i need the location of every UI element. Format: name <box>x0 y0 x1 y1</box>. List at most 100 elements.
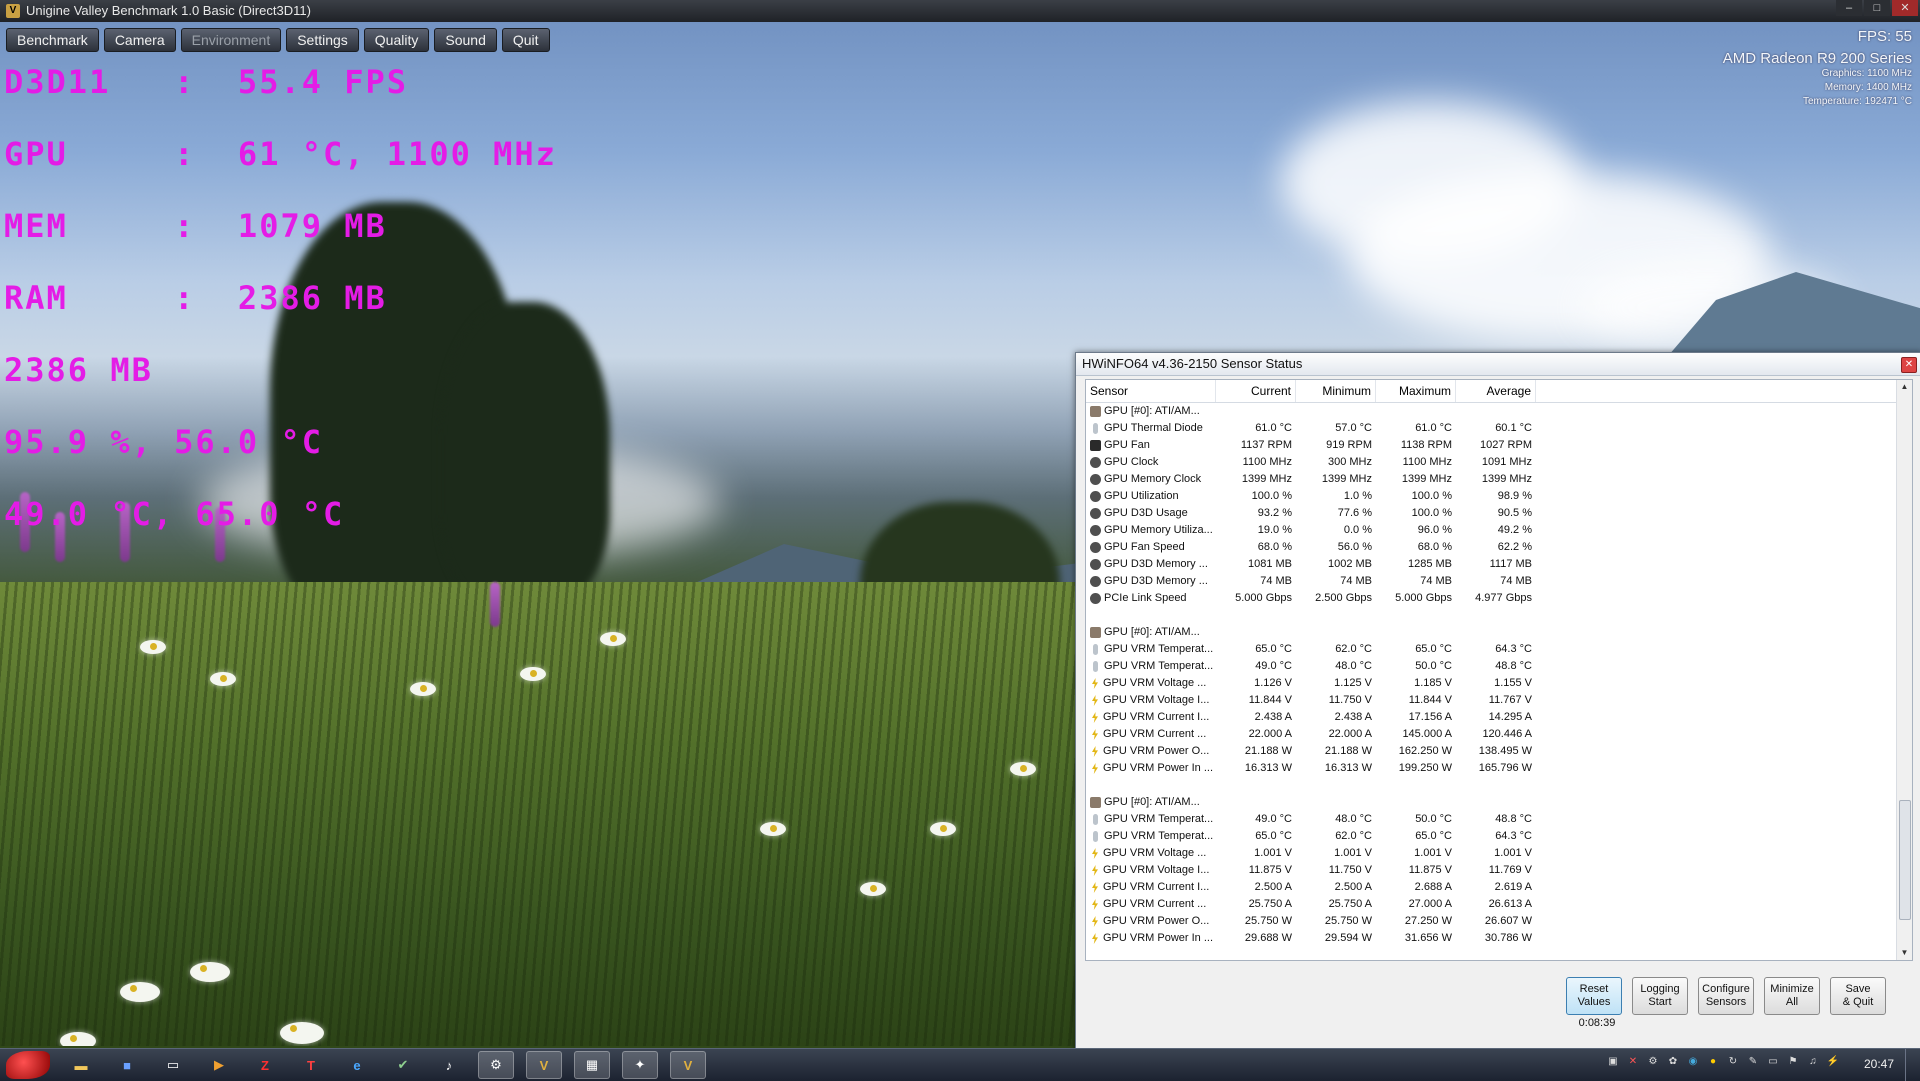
sensor-row[interactable]: GPU Fan 1137 RPM 919 RPM 1138 RPM 1027 RPM <box>1086 437 1912 454</box>
tray-power-icon[interactable]: ⚡ <box>1826 1055 1840 1069</box>
sensor-row[interactable]: GPU VRM Current I... 2.438 A 2.438 A 17.156… <box>1086 709 1912 726</box>
sensor-row[interactable]: GPU VRM Current ... 25.750 A 25.750 A 27.00… <box>1086 896 1912 913</box>
show-desktop-button[interactable] <box>1905 1049 1920 1081</box>
sensor-row[interactable]: GPU VRM Power In ... 16.313 W 16.313 W 199.… <box>1086 760 1912 777</box>
sensor-row[interactable]: GPU VRM Voltage ... 1.001 V 1.001 V 1.001 V… <box>1086 845 1912 862</box>
sensor-row[interactable]: GPU VRM Temperat... 49.0 °C 48.0 °C 50.0 °C… <box>1086 811 1912 828</box>
clock[interactable]: 20:47 <box>1864 1057 1894 1071</box>
sensor-name: PCIe Link Speed <box>1104 592 1187 604</box>
current-value: 11.875 V <box>1248 864 1292 876</box>
media-icon[interactable]: ▶ <box>202 1052 236 1078</box>
tray-sync-icon[interactable]: ↻ <box>1726 1055 1740 1069</box>
average-value: 48.8 °C <box>1495 813 1532 825</box>
window-title-bar[interactable]: V Unigine Valley Benchmark 1.0 Basic (Di… <box>0 0 1920 22</box>
sensor-row[interactable]: GPU Fan Speed 68.0 % 56.0 % 68.0 % 62.2 % <box>1086 539 1912 556</box>
gauge-icon <box>1090 525 1101 536</box>
tray-tool-icon[interactable]: ✎ <box>1746 1055 1760 1069</box>
tray-network-icon[interactable]: ▣ <box>1606 1055 1620 1069</box>
tray-error-icon[interactable]: ✕ <box>1626 1055 1640 1069</box>
thermometer-icon <box>1093 423 1098 434</box>
steam-icon[interactable]: ⚙ <box>478 1051 514 1079</box>
minimum-value: 74 MB <box>1340 575 1372 587</box>
close-icon[interactable]: ✕ <box>1892 0 1918 16</box>
scroll-up-icon[interactable]: ▲ <box>1897 380 1912 394</box>
configure-sensors-button[interactable]: Configure Sensors <box>1698 977 1754 1015</box>
sensor-row[interactable] <box>1086 777 1912 794</box>
sensor-name-cell: GPU Fan Speed <box>1086 539 1216 556</box>
start-button[interactable] <box>6 1051 50 1079</box>
minimum-value: 56.0 % <box>1337 541 1372 553</box>
maximum-value: 145.000 A <box>1402 728 1452 740</box>
tray-coin-icon[interactable]: ● <box>1706 1055 1720 1069</box>
sensor-row[interactable]: GPU VRM Power O... 21.188 W 21.188 W 162.25… <box>1086 743 1912 760</box>
minimize-icon[interactable]: – <box>1836 0 1862 16</box>
sensor-name: GPU VRM Power O... <box>1103 915 1210 927</box>
purple-flower <box>490 582 500 627</box>
osd-line-gpu: GPU : 61 °C, 1100 MHz <box>4 135 557 173</box>
sensor-row[interactable]: GPU VRM Current ... 22.000 A 22.000 A 145.0… <box>1086 726 1912 743</box>
scroll-down-icon[interactable]: ▼ <box>1897 946 1912 960</box>
column-average[interactable]: Average <box>1456 380 1536 402</box>
save-quit-button[interactable]: Save & Quit <box>1830 977 1886 1015</box>
window-icon[interactable]: ▭ <box>156 1052 190 1078</box>
sensor-row[interactable]: GPU Utilization 100.0 % 1.0 % 100.0 % 98.9 % <box>1086 488 1912 505</box>
sensor-row[interactable]: GPU VRM Temperat... 65.0 °C 62.0 °C 65.0 °C… <box>1086 641 1912 658</box>
sensor-row[interactable]: GPU VRM Voltage ... 1.126 V 1.125 V 1.185 V… <box>1086 675 1912 692</box>
sensor-row[interactable] <box>1086 607 1912 624</box>
column-minimum[interactable]: Minimum <box>1296 380 1376 402</box>
tray-volume-icon[interactable]: ♫ <box>1806 1055 1820 1069</box>
sensor-row[interactable]: GPU VRM Power O... 25.750 W 25.750 W 27.250… <box>1086 913 1912 930</box>
sensor-group-row[interactable]: GPU [#0]: ATI/AM... <box>1086 403 1912 420</box>
sensor-row[interactable]: GPU VRM Power In ... 29.688 W 29.594 W 31.6… <box>1086 930 1912 947</box>
sensor-row[interactable]: PCIe Link Speed 5.000 Gbps 2.500 Gbps 5.000… <box>1086 590 1912 607</box>
current-value: 1399 MHz <box>1241 473 1292 485</box>
sensor-name-cell: GPU VRM Current ... <box>1086 726 1216 743</box>
hwinfo-icon[interactable]: ▦ <box>574 1051 610 1079</box>
sensor-row[interactable]: GPU VRM Temperat... 65.0 °C 62.0 °C 65.0 °C… <box>1086 828 1912 845</box>
hwinfo-title-bar[interactable]: HWiNFO64 v4.36-2150 Sensor Status ✕ <box>1076 353 1920 376</box>
sensor-row[interactable]: GPU VRM Voltage I... 11.844 V 11.750 V 11.8… <box>1086 692 1912 709</box>
sensor-row[interactable]: GPU Memory Utiliza... 19.0 % 0.0 % 96.0 % 49… <box>1086 522 1912 539</box>
tray-steam-icon[interactable]: ⚙ <box>1646 1055 1660 1069</box>
sensor-row[interactable]: GPU VRM Voltage I... 11.875 V 11.750 V 11.8… <box>1086 862 1912 879</box>
valley-icon[interactable]: V <box>526 1051 562 1079</box>
minimum-value: 1.001 V <box>1334 847 1372 859</box>
gauge-icon <box>1090 457 1101 468</box>
ie-icon[interactable]: e <box>340 1052 374 1078</box>
sensor-row[interactable]: GPU D3D Memory ... 1081 MB 1002 MB 1285 MB 1… <box>1086 556 1912 573</box>
sensor-row[interactable]: GPU VRM Temperat... 49.0 °C 48.0 °C 50.0 °C… <box>1086 658 1912 675</box>
tray-flag-icon[interactable]: ⚑ <box>1786 1055 1800 1069</box>
tray-app-icon[interactable]: ◉ <box>1686 1055 1700 1069</box>
tray-gear-icon[interactable]: ✿ <box>1666 1055 1680 1069</box>
column-maximum[interactable]: Maximum <box>1376 380 1456 402</box>
sensor-row[interactable]: GPU VRM Current I... 2.500 A 2.500 A 2.688 … <box>1086 879 1912 896</box>
sensor-name-cell: GPU [#0]: ATI/AM... <box>1086 403 1216 420</box>
sensor-row[interactable]: GPU D3D Memory ... 74 MB 74 MB 74 MB 74 MB <box>1086 573 1912 590</box>
tray-display-icon[interactable]: ▭ <box>1766 1055 1780 1069</box>
audio-icon[interactable]: ♪ <box>432 1052 466 1078</box>
scroll-thumb[interactable] <box>1899 800 1911 920</box>
vertical-scrollbar[interactable]: ▲ ▼ <box>1896 380 1912 960</box>
sensor-group-row[interactable]: GPU [#0]: ATI/AM... <box>1086 624 1912 641</box>
sensor-row[interactable]: GPU Memory Clock 1399 MHz 1399 MHz 1399 MHz… <box>1086 471 1912 488</box>
close-icon[interactable]: ✕ <box>1901 357 1917 373</box>
column-current[interactable]: Current <box>1216 380 1296 402</box>
reset-values-button[interactable]: Reset Values <box>1566 977 1622 1015</box>
sensor-row[interactable]: GPU Thermal Diode 61.0 °C 57.0 °C 61.0 °C 60… <box>1086 420 1912 437</box>
sensor-row[interactable]: GPU D3D Usage 93.2 % 77.6 % 100.0 % 90.5 % <box>1086 505 1912 522</box>
t-icon[interactable]: T <box>294 1052 328 1078</box>
voltage-icon <box>1092 916 1098 927</box>
app-icon[interactable]: ✦ <box>622 1051 658 1079</box>
floppy-icon[interactable]: ■ <box>110 1052 144 1078</box>
maximize-icon[interactable]: □ <box>1864 0 1890 16</box>
column-sensor[interactable]: Sensor <box>1086 380 1216 402</box>
minimum-value: 29.594 W <box>1324 932 1372 944</box>
logging-start-button[interactable]: Logging Start <box>1632 977 1688 1015</box>
folder-icon[interactable]: ▬ <box>64 1052 98 1078</box>
z-icon[interactable]: Z <box>248 1052 282 1078</box>
sensor-group-row[interactable]: GPU [#0]: ATI/AM... <box>1086 794 1912 811</box>
valley-running-icon[interactable]: V <box>670 1051 706 1079</box>
minimize-all-button[interactable]: Minimize All <box>1764 977 1820 1015</box>
sensor-row[interactable]: GPU Clock 1100 MHz 300 MHz 1100 MHz 1091 MHz <box>1086 454 1912 471</box>
check-icon[interactable]: ✔ <box>386 1052 420 1078</box>
